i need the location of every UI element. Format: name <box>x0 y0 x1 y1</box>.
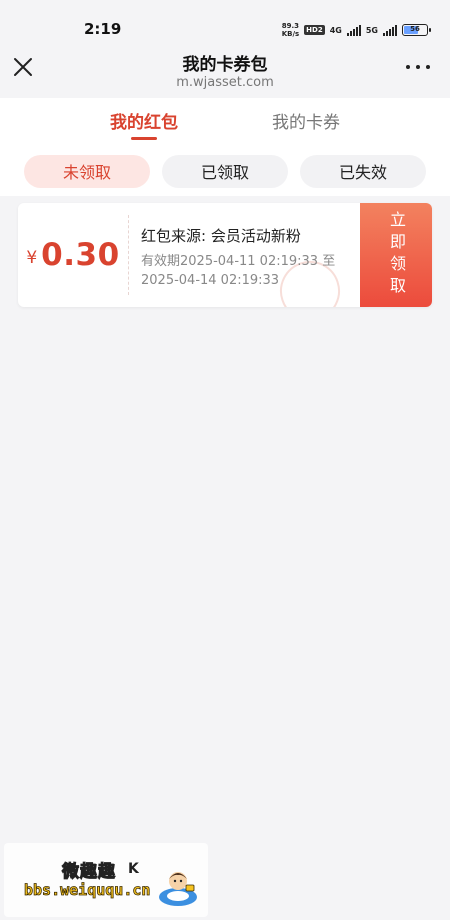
tab-my-red-packets[interactable]: 我的红包 <box>110 98 178 146</box>
more-icon[interactable] <box>406 59 430 75</box>
page-url: m.wjasset.com <box>176 75 274 90</box>
net-speed: 89.3 KB/s <box>282 22 299 38</box>
status-bar: 2:19 89.3 KB/s HD2 4G 5G 56 <box>0 0 450 46</box>
net-speed-unit: KB/s <box>281 30 300 38</box>
filter-claimed[interactable]: 已领取 <box>162 154 288 188</box>
network-4g-label: 4G <box>329 25 342 35</box>
validity-line-1: 有效期2025-04-11 02:19:33 至 <box>141 254 336 269</box>
filter-unclaimed[interactable]: 未领取 <box>24 154 150 188</box>
tab-bar: 我的红包 我的卡券 <box>0 98 450 146</box>
filter-bar: 未领取 已领取 已失效 <box>0 146 450 196</box>
coupon-info: 红包来源: 会员活动新粉 有效期2025-04-11 02:19:33 至 20… <box>141 225 371 290</box>
tab-my-coupons[interactable]: 我的卡券 <box>272 98 340 146</box>
watermark-url: bbs.weiququ.cn <box>24 881 151 900</box>
coupon-card: ¥ 0.30 红包来源: 会员活动新粉 有效期2025-04-11 02:19:… <box>18 203 432 307</box>
status-icons: 89.3 KB/s HD2 4G 5G 56 <box>282 22 431 38</box>
page-title: 我的卡券包 <box>182 55 268 75</box>
amount-value: 0.30 <box>41 237 120 273</box>
watermark-title: 微趣趣 <box>62 862 116 883</box>
coupon-source: 红包来源: 会员活动新粉 <box>141 227 301 245</box>
currency-symbol: ¥ <box>26 248 38 268</box>
battery-icon: 56 <box>402 24 431 36</box>
claim-label: 立即领取 <box>387 211 406 299</box>
signal-icon <box>383 24 397 36</box>
status-time: 2:19 <box>84 20 122 38</box>
coupon-amount: ¥ 0.30 <box>18 203 128 307</box>
site-watermark-logo: 微趣趣 K bbs.weiququ.cn <box>4 843 208 917</box>
coupon-validity: 有效期2025-04-11 02:19:33 至 2025-04-14 02:1… <box>141 252 371 290</box>
filter-expired[interactable]: 已失效 <box>300 154 426 188</box>
validity-line-2: 2025-04-14 02:19:33 <box>141 273 280 288</box>
network-5g-label: 5G <box>365 25 378 35</box>
net-speed-value: 89.3 <box>281 22 300 30</box>
claim-now-button[interactable]: 立即领取 <box>355 203 432 307</box>
dashed-divider <box>128 215 129 295</box>
battery-level: 56 <box>410 25 420 33</box>
watermark-k: K <box>128 861 139 877</box>
hd-badge: HD2 <box>304 25 325 35</box>
mascot-icon <box>159 872 197 906</box>
nav-bar: 我的卡券包 m.wjasset.com <box>0 46 450 98</box>
signal-icon <box>346 24 361 36</box>
